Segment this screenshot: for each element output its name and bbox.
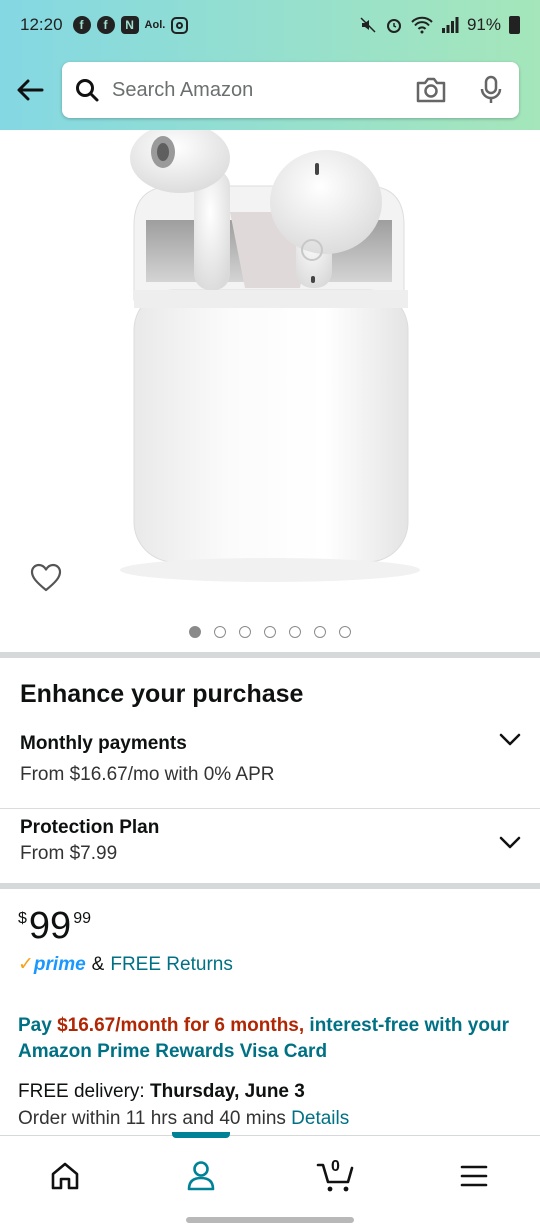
details-link[interactable]: Details	[291, 1108, 349, 1129]
earbuds-product-photo	[120, 130, 420, 582]
battery-percent: 91%	[466, 15, 501, 34]
delivery-date: Thursday, June 3	[149, 1081, 305, 1102]
section-divider	[0, 652, 540, 658]
wifi-icon	[411, 16, 433, 34]
delivery-info: FREE delivery: Thursday, June 3	[18, 1081, 305, 1103]
section-divider	[0, 883, 540, 889]
price-fraction: 99	[73, 910, 91, 927]
prime-returns-row: ✓prime & FREE Returns	[18, 953, 233, 976]
facebook-icon: f	[72, 16, 91, 34]
product-image[interactable]	[0, 130, 540, 600]
menu-icon[interactable]	[454, 1156, 494, 1196]
carousel-dot[interactable]	[264, 626, 276, 638]
carousel-dot[interactable]	[189, 626, 201, 638]
gesture-bar	[186, 1217, 354, 1223]
protection-plan-subtitle: From $7.99	[20, 843, 118, 864]
nextdoor-icon: N	[120, 16, 139, 34]
search-input[interactable]	[112, 78, 402, 102]
status-bar: 12:20 f f N Aol. 91%	[0, 0, 540, 50]
price-whole: 99	[28, 905, 72, 947]
microphone-icon[interactable]	[479, 75, 503, 105]
app-header: 12:20 f f N Aol. 91%	[0, 0, 540, 130]
active-tab-indicator	[172, 1132, 230, 1138]
enhance-purchase-title: Enhance your purchase	[20, 680, 304, 708]
free-returns-link[interactable]: FREE Returns	[110, 954, 232, 976]
order-within-text: Order within 11 hrs and 40 mins	[18, 1108, 292, 1129]
price-currency: $	[18, 910, 27, 927]
promo-amount: $16.67/month for 6 months,	[57, 1015, 305, 1036]
product-price: $ 99 99	[18, 906, 91, 946]
order-within-info: Order within 11 hrs and 40 mins Details	[18, 1108, 349, 1130]
battery-icon	[509, 16, 520, 34]
carousel-dot[interactable]	[289, 626, 301, 638]
bottom-navigation: 0	[0, 1132, 540, 1230]
cart-count: 0	[331, 1158, 340, 1175]
monthly-payments-subtitle: From $16.67/mo with 0% APR	[20, 764, 275, 785]
delivery-label: FREE delivery:	[18, 1081, 150, 1102]
carousel-dot[interactable]	[239, 626, 251, 638]
promo-prefix: Pay	[18, 1015, 58, 1036]
monthly-payments-title: Monthly payments	[20, 733, 187, 754]
chevron-down-icon[interactable]	[498, 835, 522, 851]
protection-plan-title: Protection Plan	[20, 817, 160, 838]
search-bar[interactable]	[62, 62, 519, 118]
signal-icon	[441, 17, 459, 33]
cart-button[interactable]: 0	[316, 1156, 356, 1196]
carousel-dot[interactable]	[314, 626, 326, 638]
back-arrow-icon[interactable]	[14, 74, 46, 106]
home-icon[interactable]	[45, 1156, 85, 1196]
chevron-down-icon[interactable]	[498, 732, 522, 748]
mute-icon	[360, 17, 376, 33]
status-time: 12:20	[20, 15, 63, 34]
camera-icon[interactable]	[415, 76, 447, 104]
image-carousel-dots	[0, 626, 540, 638]
alarm-icon	[386, 19, 401, 33]
account-icon[interactable]	[181, 1156, 221, 1196]
prime-card-promo[interactable]: Pay $16.67/month for 6 months, interest-…	[18, 1013, 528, 1065]
heart-icon[interactable]	[30, 563, 62, 593]
search-icon	[76, 79, 99, 102]
carousel-dot[interactable]	[339, 626, 351, 638]
ampersand: &	[91, 953, 105, 975]
row-divider	[0, 808, 540, 809]
aol-icon: Aol.	[144, 19, 166, 31]
prime-logo: ✓prime	[18, 954, 86, 975]
carousel-dot[interactable]	[214, 626, 226, 638]
instagram-icon	[171, 16, 189, 34]
facebook-icon: f	[96, 16, 115, 34]
